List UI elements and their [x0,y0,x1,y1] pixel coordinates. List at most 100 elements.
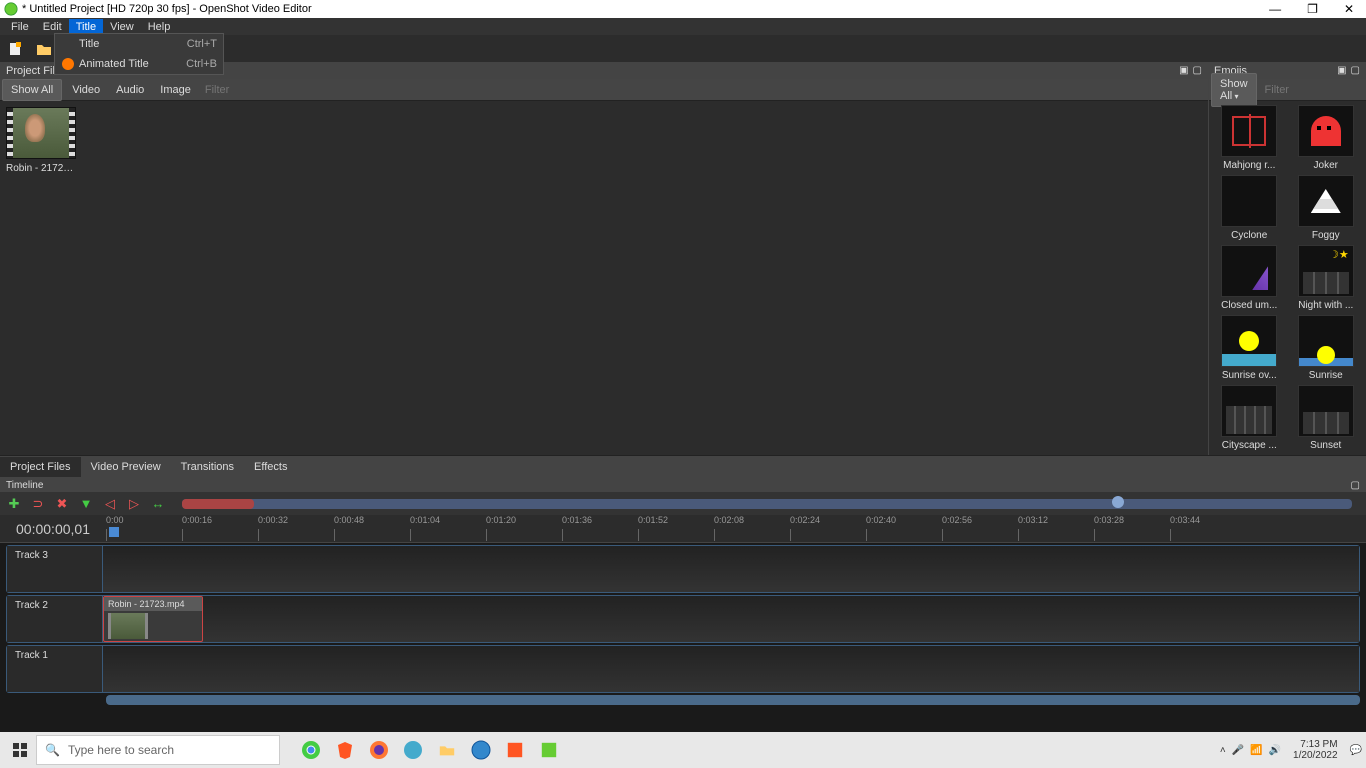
firefox-icon[interactable] [364,735,394,765]
filter-audio-button[interactable]: Audio [108,80,152,100]
taskbar-search[interactable]: 🔍 Type here to search [36,735,280,765]
track-header[interactable]: Track 2 [7,596,103,642]
zoom-slider[interactable] [182,499,1352,509]
tab-effects[interactable]: Effects [244,457,297,477]
ruler-tick: 0:00:32 [258,515,288,525]
menu-file[interactable]: File [4,19,36,35]
tracks-container: Track 3 Track 2 Robin - 21723.mp4 Track … [0,545,1366,705]
emoji-item-mahjong[interactable]: Mahjong r... [1213,105,1286,171]
mic-icon[interactable]: 🎤 [1232,745,1244,756]
prev-marker-button[interactable]: ◁ [102,496,118,512]
project-files-content[interactable]: Robin - 21723.... [0,101,1208,455]
clip-item[interactable]: Robin - 21723.mp4 [103,596,203,642]
chrome-icon[interactable] [296,735,326,765]
emoji-filter-input[interactable] [1259,84,1366,96]
track-header[interactable]: Track 3 [7,546,103,592]
filter-show-all-button[interactable]: Show All [2,79,62,101]
clock-time: 7:13 PM [1293,739,1338,750]
ruler-tick: 0:00:48 [334,515,364,525]
emoji-label: Sunrise [1290,370,1363,381]
snap-button[interactable]: ⊃ [30,496,46,512]
playhead-icon[interactable] [109,527,119,537]
sunrise-ov-icon [1221,315,1277,367]
track-2[interactable]: Track 2 Robin - 21723.mp4 [6,595,1360,643]
emoji-item-cityscape[interactable]: Cityscape ... [1213,385,1286,451]
open-project-button[interactable] [34,39,54,59]
start-button[interactable] [4,734,36,766]
ruler-tick: 0:01:36 [562,515,592,525]
track-content[interactable]: Robin - 21723.mp4 [103,596,1359,642]
emoji-item-umbrella[interactable]: Closed um... [1213,245,1286,311]
track-content[interactable] [103,646,1359,692]
app-icon-1[interactable] [466,735,496,765]
tab-video-preview[interactable]: Video Preview [81,457,171,477]
notifications-icon[interactable]: 💬 [1350,745,1362,756]
dropdown-item-title[interactable]: Title Ctrl+T [55,34,223,54]
emojis-panel: Show All Mahjong r...JokerCycloneFoggyCl… [1208,79,1366,455]
filter-image-button[interactable]: Image [152,80,199,100]
emoji-item-foggy[interactable]: Foggy [1290,175,1363,241]
file-label: Robin - 21723.... [6,163,78,174]
explorer-icon[interactable] [432,735,462,765]
minimize-button[interactable]: — [1269,2,1281,16]
tray-expand-icon[interactable]: ˄ [1220,745,1226,756]
project-files-filter-input[interactable] [199,84,1208,96]
ruler-tick: 0:02:24 [790,515,820,525]
panel-float-button[interactable]: ▣ [1179,65,1188,76]
file-thumbnail [6,107,76,159]
emoji-item-night[interactable]: Night with ... [1290,245,1363,311]
wifi-icon[interactable]: 📶 [1250,745,1262,756]
panel-close-button[interactable]: ▢ [1193,65,1202,76]
track-content[interactable] [103,546,1359,592]
panel-close-button[interactable]: ▢ [1351,65,1360,76]
dropdown-item-animated-title[interactable]: Animated Title Ctrl+B [55,54,223,74]
ruler-tick: 0:03:28 [1094,515,1124,525]
edge-icon[interactable] [398,735,428,765]
window-controls: — ❐ ✕ [1269,2,1362,16]
emoji-item-joker[interactable]: Joker [1290,105,1363,171]
add-marker-button[interactable]: ▼ [78,496,94,512]
panel-float-button[interactable]: ▣ [1337,65,1346,76]
timeline-h-scrollbar[interactable] [106,695,1360,705]
bottom-tabs: Project Files Video Preview Transitions … [0,455,1366,478]
tab-project-files[interactable]: Project Files [0,457,81,477]
close-button[interactable]: ✕ [1344,2,1354,16]
track-header[interactable]: Track 1 [7,646,103,692]
timecode-display: 00:00:00,01 [0,515,106,542]
emoji-item-sunset[interactable]: Sunset [1290,385,1363,451]
timeline-float-button[interactable]: ▢ [1351,480,1360,491]
app-icon-2[interactable] [500,735,530,765]
filter-video-button[interactable]: Video [64,80,108,100]
project-file-item[interactable]: Robin - 21723.... [6,107,78,174]
maximize-button[interactable]: ❐ [1307,2,1318,16]
new-project-button[interactable] [6,39,26,59]
zoom-range [182,499,254,509]
ruler-tick: 0:01:52 [638,515,668,525]
taskbar-clock[interactable]: 7:13 PM 1/20/2022 [1293,739,1338,761]
volume-icon[interactable]: 🔊 [1269,745,1281,756]
app-icon-3[interactable] [534,735,564,765]
zoom-knob[interactable] [1112,496,1124,508]
clock-date: 1/20/2022 [1293,750,1338,761]
add-track-button[interactable]: ✚ [6,496,22,512]
brave-icon[interactable] [330,735,360,765]
tab-transitions[interactable]: Transitions [171,457,244,477]
next-marker-button[interactable]: ▷ [126,496,142,512]
emoji-item-sunrise-ov[interactable]: Sunrise ov... [1213,315,1286,381]
dropdown-shortcut: Ctrl+T [187,38,217,50]
razor-button[interactable]: ✖ [54,496,70,512]
emoji-item-sunrise[interactable]: Sunrise [1290,315,1363,381]
ruler-ticks[interactable]: 0:000:00:160:00:320:00:480:01:040:01:200… [106,515,1366,542]
project-files-filterbar: Show All Video Audio Image [0,79,1208,101]
center-playhead-button[interactable]: ↔ [150,496,166,512]
emoji-item-cyclone[interactable]: Cyclone [1213,175,1286,241]
track-1[interactable]: Track 1 [6,645,1360,693]
project-files-panel: Show All Video Audio Image Robin - 21723… [0,79,1208,455]
emoji-grid[interactable]: Mahjong r...JokerCyclone Foggy Closed um..… [1209,101,1366,455]
ruler-tick: 0:00:16 [182,515,212,525]
emoji-label: Foggy [1290,230,1363,241]
umbrella-icon [1221,245,1277,297]
track-3[interactable]: Track 3 [6,545,1360,593]
emoji-label: Night with ... [1290,300,1363,311]
timeline-ruler[interactable]: 00:00:00,01 0:000:00:160:00:320:00:480:0… [0,515,1366,543]
